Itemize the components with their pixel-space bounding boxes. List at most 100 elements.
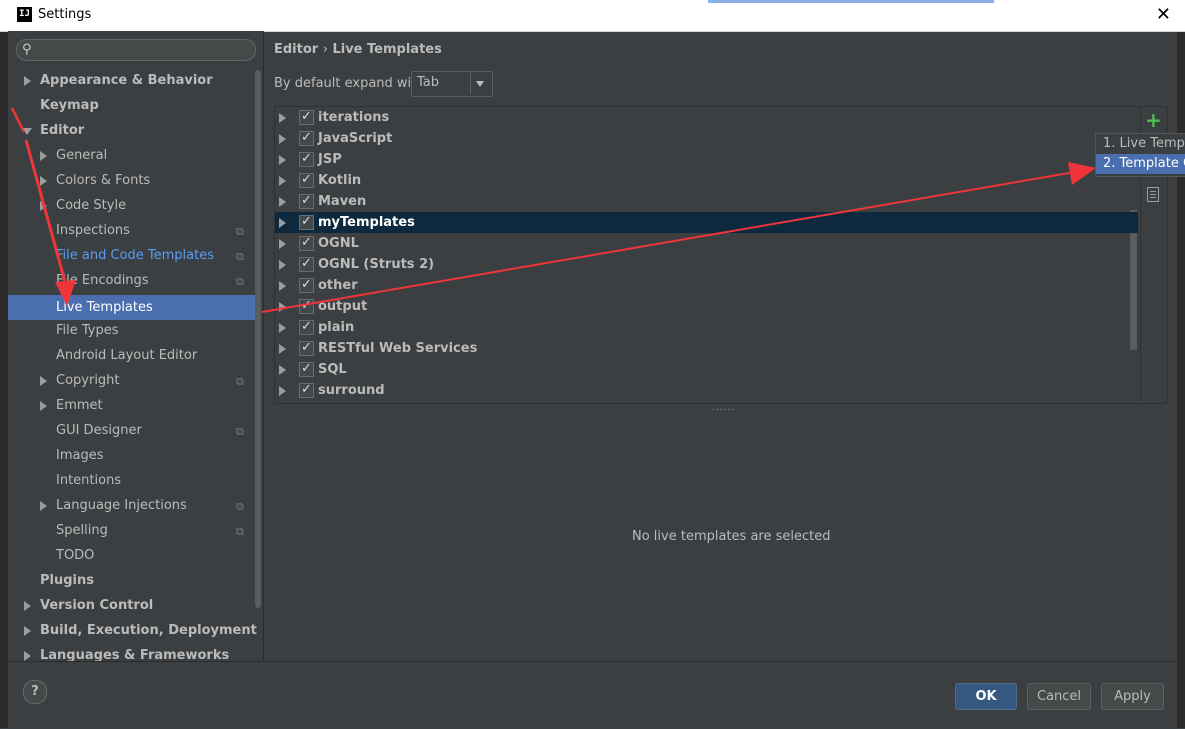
expand-icon[interactable] — [279, 197, 286, 207]
add-icon[interactable]: + — [1145, 108, 1162, 132]
sidebar-scrollbar[interactable] — [255, 70, 261, 608]
group-name: iterations — [318, 110, 390, 125]
expand-icon[interactable] — [40, 176, 47, 186]
expand-icon[interactable] — [279, 323, 286, 333]
cancel-button[interactable]: Cancel — [1027, 683, 1091, 710]
project-copy-icon: ⧉ — [236, 250, 244, 263]
sidebar-item-emmet[interactable]: Emmet — [56, 395, 103, 417]
collapse-icon[interactable] — [22, 128, 32, 135]
group-checkbox[interactable] — [299, 127, 314, 148]
sidebar-item-general[interactable]: General — [56, 145, 107, 167]
group-row[interactable]: iterations — [275, 106, 1138, 128]
expand-icon[interactable] — [24, 651, 31, 661]
group-checkbox[interactable] — [299, 232, 314, 253]
group-row[interactable]: JSP — [275, 148, 1138, 170]
chevron-down-icon — [476, 81, 484, 87]
apply-button[interactable]: Apply — [1101, 683, 1164, 710]
window-title: Settings — [38, 7, 92, 22]
sidebar-item-language-injections[interactable]: Language Injections — [56, 495, 187, 517]
sidebar-item-colors-fonts[interactable]: Colors & Fonts — [56, 170, 150, 192]
sidebar-item-editor[interactable]: Editor — [40, 120, 84, 142]
expand-icon[interactable] — [279, 218, 286, 228]
sidebar-item-version-control[interactable]: Version Control — [40, 595, 153, 617]
popup-item-template-group[interactable]: 2. Template G — [1096, 154, 1185, 174]
sidebar-item-appearance[interactable]: Appearance & Behavior — [40, 70, 213, 92]
group-checkbox[interactable] — [299, 274, 314, 295]
sidebar-item-todo[interactable]: TODO — [56, 545, 94, 567]
expand-icon[interactable] — [279, 239, 286, 249]
sidebar-item-code-style[interactable]: Code Style — [56, 195, 126, 217]
sidebar-item-languages[interactable]: Languages & Frameworks — [40, 645, 229, 661]
sidebar-item-gui-designer[interactable]: GUI Designer — [56, 420, 142, 442]
group-checkbox[interactable] — [299, 148, 314, 169]
expand-icon[interactable] — [279, 281, 286, 291]
expand-icon[interactable] — [40, 201, 47, 211]
group-row[interactable]: plain — [275, 316, 1138, 338]
sidebar-item-android-layout-editor[interactable]: Android Layout Editor — [56, 345, 197, 367]
app-icon: IJ — [17, 7, 32, 22]
group-checkbox[interactable] — [299, 169, 314, 190]
sidebar-item-copyright[interactable]: Copyright — [56, 370, 120, 392]
ok-button[interactable]: OK — [955, 683, 1017, 710]
group-checkbox[interactable] — [299, 295, 314, 316]
group-row[interactable]: output — [275, 295, 1138, 317]
group-row[interactable]: OGNL — [275, 232, 1138, 254]
breadcrumb-current: Live Templates — [332, 42, 442, 57]
group-checkbox[interactable] — [299, 190, 314, 211]
group-checkbox[interactable] — [299, 253, 314, 274]
expand-icon[interactable] — [279, 113, 286, 123]
group-checkbox[interactable] — [299, 358, 314, 379]
sidebar-item-plugins[interactable]: Plugins — [40, 570, 94, 592]
group-row[interactable]: RESTful Web Services — [275, 337, 1138, 359]
group-checkbox[interactable] — [299, 379, 314, 400]
sidebar-item-file-types[interactable]: File Types — [56, 320, 119, 342]
group-checkbox[interactable] — [299, 337, 314, 358]
project-copy-icon: ⧉ — [236, 275, 244, 288]
sidebar-item-inspections[interactable]: Inspections — [56, 220, 130, 242]
expand-icon[interactable] — [40, 151, 47, 161]
group-checkbox[interactable] — [299, 211, 314, 232]
popup-item-live-template[interactable]: 1. Live Templa — [1096, 134, 1185, 154]
group-row[interactable]: Kotlin — [275, 169, 1138, 191]
group-row[interactable]: SQL — [275, 358, 1138, 380]
sidebar-item-spelling[interactable]: Spelling — [56, 520, 108, 542]
expand-icon[interactable] — [24, 601, 31, 611]
expand-icon[interactable] — [279, 302, 286, 312]
project-copy-icon: ⧉ — [236, 225, 244, 238]
expand-icon[interactable] — [279, 365, 286, 375]
help-button[interactable]: ? — [23, 680, 47, 704]
sidebar-item-intentions[interactable]: Intentions — [56, 470, 121, 492]
expand-icon[interactable] — [279, 134, 286, 144]
expand-icon[interactable] — [40, 501, 47, 511]
expand-icon[interactable] — [279, 386, 286, 396]
expand-icon[interactable] — [279, 176, 286, 186]
group-row[interactable]: JavaScript — [275, 127, 1138, 149]
group-name: SQL — [318, 362, 347, 377]
sidebar-item-images[interactable]: Images — [56, 445, 104, 467]
expand-icon[interactable] — [24, 76, 31, 86]
group-row-selected[interactable]: myTemplates — [275, 211, 1138, 233]
sidebar-item-file-encodings[interactable]: File Encodings — [56, 270, 149, 292]
group-row[interactable]: Maven — [275, 190, 1138, 212]
expand-icon[interactable] — [40, 401, 47, 411]
group-name: myTemplates — [318, 215, 415, 230]
group-checkbox[interactable] — [299, 316, 314, 337]
group-row[interactable]: surround — [275, 379, 1138, 401]
sidebar-item-keymap[interactable]: Keymap — [40, 95, 99, 117]
expand-icon[interactable] — [24, 626, 31, 636]
expand-icon[interactable] — [279, 260, 286, 270]
expand-icon[interactable] — [279, 155, 286, 165]
sidebar-item-file-code-templates[interactable]: File and Code Templates — [56, 245, 214, 267]
sidebar-item-build[interactable]: Build, Execution, Deployment — [40, 620, 257, 642]
expand-icon[interactable] — [279, 344, 286, 354]
search-input[interactable] — [16, 39, 256, 61]
close-icon[interactable]: ✕ — [1156, 4, 1171, 25]
breadcrumb-parent[interactable]: Editor — [274, 42, 318, 57]
sidebar-item-live-templates[interactable]: Live Templates — [8, 295, 255, 320]
expand-icon[interactable] — [40, 376, 47, 386]
copy-template-icon[interactable] — [1147, 187, 1159, 202]
group-row[interactable]: OGNL (Struts 2) — [275, 253, 1138, 275]
splitter-handle[interactable]: ...... — [712, 403, 735, 413]
group-checkbox[interactable] — [299, 106, 314, 127]
group-row[interactable]: other — [275, 274, 1138, 296]
